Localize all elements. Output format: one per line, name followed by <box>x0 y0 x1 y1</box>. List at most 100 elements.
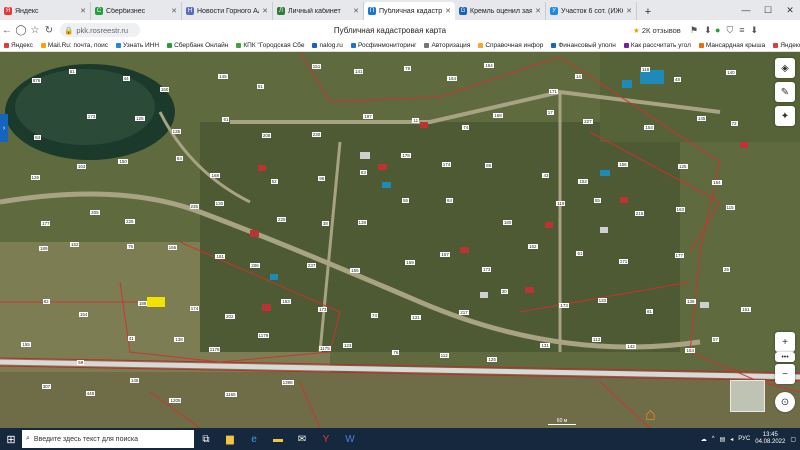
parcel-label[interactable]: 131 <box>540 343 550 349</box>
reviews-badge[interactable]: ★ 2К отзывов <box>633 26 681 35</box>
parcel-label[interactable]: 26 <box>722 267 730 273</box>
parcel-label[interactable]: 235 <box>189 204 200 210</box>
new-tab-button[interactable]: + <box>640 4 656 20</box>
parcel-label[interactable]: 1175 <box>319 346 331 352</box>
parcel-label[interactable]: 1178 <box>208 346 221 352</box>
reload-icon[interactable]: ↻ <box>42 25 56 36</box>
cadastral-map[interactable]: › 676 51 44 160 145 91 151 141 78 164 164 171 14 118 4… <box>0 52 800 428</box>
parcel-label[interactable]: 135 <box>171 128 182 134</box>
bookmark-item[interactable]: КПК "Городская Сбе <box>232 42 308 49</box>
parcel-label[interactable]: 189 <box>137 300 148 306</box>
yandex-browser-icon[interactable]: Y <box>314 428 338 450</box>
clock[interactable]: 13:45 04.08.2022 <box>755 432 785 446</box>
parcel-label[interactable]: 1398 <box>281 379 294 385</box>
tab-close-icon[interactable]: ✕ <box>353 7 359 15</box>
parcel-label[interactable]: 41 <box>127 336 135 342</box>
bookmark-item[interactable]: Mail.Ru: почта, поис <box>37 42 112 49</box>
parcel-label[interactable]: 171 <box>618 258 629 264</box>
parcel-label[interactable]: 227 <box>583 118 593 124</box>
parcel-label[interactable]: 76 <box>392 350 400 356</box>
bookmark-item[interactable]: Финансовый уполн <box>547 42 620 49</box>
parcel-label[interactable]: 155 <box>350 268 360 274</box>
bookmark-item[interactable]: Справочная инфор <box>474 42 547 49</box>
parcel-label[interactable]: 123 <box>342 342 353 348</box>
parcel-label[interactable]: 38 <box>321 221 329 227</box>
edge-icon[interactable]: e <box>242 428 266 450</box>
parcel-label[interactable]: 152 <box>578 178 588 184</box>
maximize-icon[interactable]: ☐ <box>758 0 778 20</box>
parcel-label[interactable]: 145 <box>696 116 707 122</box>
parcel-label[interactable]: 57 <box>712 336 720 342</box>
language-indicator[interactable]: РУС <box>738 436 750 442</box>
parcel-label[interactable]: 51 <box>68 68 76 74</box>
parcel-label[interactable]: 202 <box>225 314 235 320</box>
side-panel-toggle[interactable]: › <box>0 114 8 142</box>
parcel-label[interactable]: 125 <box>135 116 145 122</box>
parcel-label[interactable]: 61 <box>576 250 584 256</box>
parcel-label[interactable]: 43 <box>542 172 550 178</box>
parcel-label[interactable]: 168 <box>493 113 503 119</box>
parcel-label[interactable]: 162 <box>527 243 538 249</box>
parcel-label[interactable]: 14 <box>574 74 582 80</box>
bookmark-item[interactable]: Авторизация <box>420 42 474 49</box>
taskbar-search[interactable]: ⌕ Введите здесь текст для поиска <box>22 430 194 448</box>
chevron-up-icon[interactable]: ^ <box>712 436 715 442</box>
bookmark-item[interactable]: Росфинмониторинг <box>347 42 421 49</box>
parcel-label[interactable]: 11 <box>412 118 420 124</box>
parcel-label[interactable]: 136 <box>686 299 696 305</box>
parcel-label[interactable]: 154 <box>78 312 89 318</box>
parcel-label[interactable]: 82 <box>42 298 50 304</box>
parcel-label[interactable]: 74 <box>462 125 470 131</box>
parcel-label[interactable]: 72 <box>730 120 738 126</box>
parcel-label[interactable]: 225 <box>276 216 287 222</box>
parcel-label[interactable]: 155 <box>21 342 31 348</box>
parcel-label[interactable]: 164 <box>712 179 722 185</box>
windows-start-icon[interactable]: ⊞ <box>0 428 22 450</box>
parcel-label[interactable]: 126 <box>30 175 41 181</box>
parcel-label[interactable]: 161 <box>741 307 751 313</box>
parcel-label[interactable]: 152 <box>69 242 80 248</box>
tab-close-icon[interactable]: ✕ <box>171 7 177 15</box>
parcel-label[interactable]: 141 <box>353 68 364 74</box>
parcel-label[interactable]: 119 <box>556 201 566 207</box>
parcel-label[interactable]: 159 <box>405 259 415 265</box>
download-icon[interactable]: ⬇ <box>704 25 712 36</box>
parcel-label[interactable]: 84 <box>34 134 42 140</box>
parcel-label[interactable]: 91 <box>256 83 264 89</box>
close-icon[interactable]: ✕ <box>780 0 800 20</box>
parcel-label[interactable]: 151 <box>311 64 322 70</box>
parcel-label[interactable]: 164 <box>484 63 494 69</box>
parcel-label[interactable]: 48 <box>674 77 682 83</box>
parcel-label[interactable]: 96 <box>318 176 326 182</box>
downloads-icon[interactable]: ⬇ <box>750 25 758 36</box>
parcel-label[interactable]: 145 <box>218 73 228 79</box>
parcel-label[interactable]: 61 <box>222 116 230 122</box>
minimize-icon[interactable]: — <box>736 0 756 20</box>
parcel-label[interactable]: 237 <box>306 262 317 268</box>
parcel-label[interactable]: 205 <box>90 210 100 216</box>
parcel-label[interactable]: 125 <box>487 357 497 363</box>
back-icon[interactable]: ← <box>0 25 14 36</box>
browser-tab[interactable]: Л Личный кабинет ✕ <box>273 2 364 20</box>
parcel-label[interactable]: 166 <box>167 245 178 251</box>
parcel-label[interactable]: 140 <box>726 69 736 75</box>
bookmark-item[interactable]: Яндекс <box>769 42 800 49</box>
parcel-label[interactable]: 173 <box>317 306 328 312</box>
weather-icon[interactable]: ☁ <box>701 436 707 443</box>
word-icon[interactable]: W <box>338 428 362 450</box>
browser-tab[interactable]: С Сбербизнес ✕ <box>91 2 182 20</box>
parcel-label[interactable]: 52 <box>270 179 278 185</box>
tab-close-icon[interactable]: ✕ <box>535 7 541 15</box>
parcel-label[interactable]: 125 <box>678 164 688 170</box>
bookmark-icon[interactable]: ⚑ <box>690 25 698 36</box>
extension-icon[interactable]: ● <box>715 25 720 36</box>
parcel-label[interactable]: 55 <box>593 198 601 204</box>
parcel-label[interactable]: 217 <box>459 310 469 316</box>
bookmark-item[interactable]: Мансардная крыша <box>695 42 769 49</box>
compass-icon[interactable]: ✦ <box>775 106 795 126</box>
parcel-label[interactable]: 163 <box>675 206 686 212</box>
parcel-label[interactable]: 44 <box>122 76 130 82</box>
parcel-label[interactable]: 154 <box>685 347 695 353</box>
parcel-label[interactable]: 230 <box>311 131 322 137</box>
parcel-label[interactable]: 138 <box>357 220 368 226</box>
